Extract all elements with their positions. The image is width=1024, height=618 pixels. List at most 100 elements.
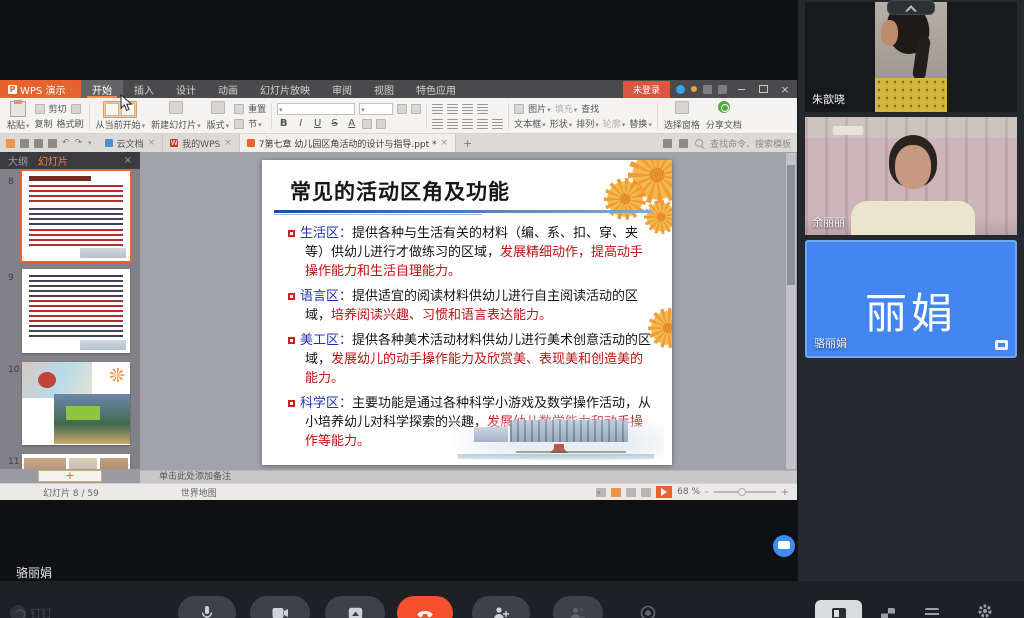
subscript-icon[interactable] — [376, 119, 386, 129]
layout-button[interactable]: 版式 — [204, 100, 233, 132]
video-tile-2[interactable]: 余丽丽 — [805, 117, 1017, 235]
tab-design[interactable]: 设计 — [165, 80, 207, 98]
tab-animation[interactable]: 动画 — [207, 80, 249, 98]
outline-tab[interactable]: 大纲 — [8, 153, 28, 168]
shape-button[interactable]: 形状 — [550, 117, 573, 130]
underline-button[interactable]: U — [311, 118, 324, 129]
new-tab-button[interactable]: + — [456, 134, 479, 152]
account-icon[interactable] — [676, 85, 685, 94]
align-center-icon[interactable] — [447, 119, 458, 129]
reading-view-icon[interactable] — [626, 488, 636, 497]
grow-font-icon[interactable] — [397, 104, 407, 114]
picture-button[interactable]: 图片 — [528, 102, 551, 115]
mute-button[interactable] — [178, 596, 236, 618]
find-button[interactable]: 查找 — [581, 102, 599, 115]
slide-8[interactable]: 常见的活动区角及功能 生活区：提供各种与生活有关的材料（编、系、扣、穿、夹等）供… — [262, 160, 672, 465]
indent-decrease-icon[interactable] — [462, 104, 473, 114]
menu-icon[interactable] — [6, 139, 15, 148]
add-slide-button[interactable]: + — [38, 470, 102, 482]
shrink-font-icon[interactable] — [411, 104, 421, 114]
tab-home[interactable]: 开始 — [81, 80, 123, 98]
customize-toolbar-icon[interactable] — [87, 138, 92, 148]
tab-review[interactable]: 审阅 — [321, 80, 363, 98]
preview-icon[interactable] — [48, 139, 57, 148]
font-color-button[interactable]: A — [345, 118, 358, 129]
columns-icon[interactable] — [492, 119, 503, 129]
bullet-list-icon[interactable] — [432, 104, 443, 114]
video-tile-3[interactable]: 丽娟 骆丽娟 — [805, 240, 1017, 358]
strikethrough-button[interactable]: S — [328, 118, 341, 129]
share-screen-button[interactable] — [325, 596, 385, 618]
slide-sorter-icon[interactable] — [611, 488, 621, 497]
login-button[interactable]: 未登录 — [623, 81, 670, 98]
record-button[interactable] — [625, 596, 671, 618]
assistant-icon[interactable] — [679, 139, 688, 148]
slide-thumbnail-8[interactable] — [22, 171, 130, 261]
slideshow-play-button[interactable] — [656, 486, 672, 498]
skin-icon[interactable] — [703, 85, 712, 94]
tab-slideshow[interactable]: 幻灯片放映 — [249, 80, 321, 98]
members-button[interactable] — [553, 596, 603, 618]
redo-icon[interactable]: ↷ — [75, 138, 83, 148]
close-button[interactable] — [777, 82, 793, 96]
align-left-icon[interactable] — [432, 119, 443, 129]
slide-thumbnail-10[interactable] — [22, 362, 130, 445]
settings-button[interactable] — [977, 603, 995, 618]
copy-button[interactable]: 复制 — [35, 117, 53, 130]
superscript-icon[interactable] — [362, 119, 372, 129]
notes-view-icon[interactable] — [641, 488, 651, 497]
font-family-select[interactable] — [277, 103, 355, 115]
save-icon[interactable] — [20, 139, 29, 148]
arrange-button[interactable]: 排列 — [576, 117, 599, 130]
outline-button[interactable]: 轮廓 — [603, 117, 626, 130]
invite-button[interactable] — [472, 596, 530, 618]
scroll-up-icon[interactable] — [788, 155, 794, 161]
text-box-button[interactable]: 文本框 — [514, 117, 546, 130]
canvas-scrollbar[interactable] — [786, 153, 796, 469]
paste-button[interactable]: 粘贴 — [4, 100, 33, 132]
close-tab-icon[interactable]: × — [224, 138, 232, 148]
layout-sidebar-button[interactable] — [815, 600, 862, 618]
zoom-slider[interactable] — [714, 491, 776, 493]
zoom-out-button[interactable]: - — [705, 487, 709, 498]
slide-thumbnail-9[interactable] — [22, 269, 130, 353]
zoom-in-button[interactable]: + — [781, 487, 789, 498]
doc-tab-presentation[interactable]: 7第七章 幼儿园区角活动的设计与指导.ppt * × — [240, 134, 456, 152]
collapse-panel-button[interactable] — [887, 0, 935, 15]
slide-thumbnail-11[interactable] — [22, 454, 130, 469]
doc-tab-cloud[interactable]: 云文档 × — [98, 134, 164, 152]
tab-special-features[interactable]: 特色应用 — [405, 80, 467, 98]
slide-canvas[interactable]: 常见的活动区角及功能 生活区：提供各种与生活有关的材料（编、系、扣、穿、夹等）供… — [140, 152, 797, 470]
video-tile-1[interactable]: 朱歆晓 — [805, 2, 1017, 112]
minimize-button[interactable] — [733, 82, 749, 96]
close-tab-icon[interactable]: × — [148, 138, 156, 148]
layout-grid-button[interactable] — [868, 600, 908, 618]
slides-tab[interactable]: 幻灯片 — [38, 153, 68, 168]
command-search[interactable]: 查找命令、搜索模板 — [663, 134, 797, 152]
notes-area[interactable]: 单击此处添加备注 — [140, 470, 797, 483]
reset-button[interactable]: 重置 — [248, 102, 266, 115]
zoom-slider-knob[interactable] — [738, 488, 746, 496]
print-icon[interactable] — [34, 139, 43, 148]
scrollbar-thumb[interactable] — [787, 165, 795, 285]
bold-button[interactable]: B — [277, 118, 290, 129]
tab-view[interactable]: 视图 — [363, 80, 405, 98]
layout-list-button[interactable] — [912, 600, 952, 618]
number-list-icon[interactable] — [447, 104, 458, 114]
help-icon[interactable] — [718, 85, 727, 94]
hang-up-button[interactable] — [397, 596, 453, 618]
format-painter-button[interactable]: 格式刷 — [57, 117, 84, 130]
share-doc-button[interactable]: 分享文档 — [703, 100, 745, 132]
close-panel-icon[interactable]: × — [124, 155, 132, 166]
new-slide-button[interactable]: 新建幻灯片 — [148, 100, 204, 132]
scroll-down-icon[interactable] — [788, 461, 794, 467]
wps-app-button[interactable]: WPS 演示 — [0, 80, 81, 98]
close-tab-icon[interactable]: × — [441, 138, 449, 148]
cut-button[interactable]: 剪切 — [49, 102, 67, 115]
align-right-icon[interactable] — [462, 119, 473, 129]
selection-pane-button[interactable]: 选择窗格 — [661, 100, 703, 132]
undo-icon[interactable]: ↶ — [62, 138, 70, 148]
camera-button[interactable] — [250, 596, 310, 618]
font-size-select[interactable] — [359, 103, 393, 115]
maximize-button[interactable] — [755, 82, 771, 96]
